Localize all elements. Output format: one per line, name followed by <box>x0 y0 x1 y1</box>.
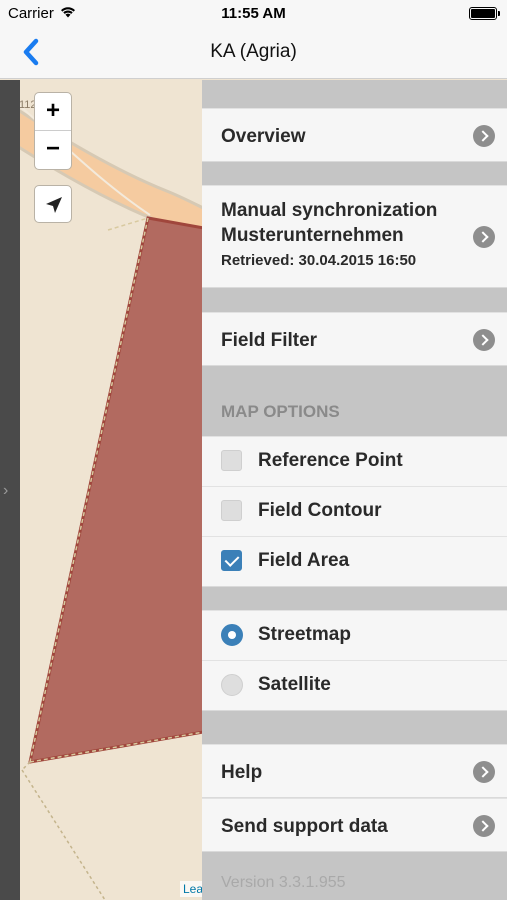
option-field-area[interactable]: Field Area <box>202 536 507 587</box>
field-contour-checkbox[interactable] <box>221 500 242 521</box>
chevron-right-icon <box>473 815 495 837</box>
option-reference-point[interactable]: Reference Point <box>202 436 507 487</box>
zoom-control: + − <box>34 92 72 170</box>
send-support-data-label: Send support data <box>221 816 388 837</box>
sync-company: Musterunternehmen <box>221 225 404 246</box>
settings-panel: Overview Manual synchronization Musterun… <box>202 80 507 900</box>
satellite-radio[interactable] <box>221 674 243 696</box>
status-bar: Carrier 11:55 AM <box>0 0 507 26</box>
battery-icon <box>469 7 500 20</box>
zoom-out-button[interactable]: − <box>35 131 71 169</box>
chevron-right-icon <box>473 329 495 351</box>
map-type-satellite[interactable]: Satellite <box>202 660 507 711</box>
option-label: Reference Point <box>258 450 403 471</box>
locate-me-button[interactable] <box>34 185 72 223</box>
sync-item[interactable]: Manual synchronization Musterunternehmen… <box>202 185 507 288</box>
help-label: Help <box>221 762 263 783</box>
send-support-data-item[interactable]: Send support data <box>202 798 507 852</box>
page-title: KA (Agria) <box>210 41 297 62</box>
navigation-bar: KA (Agria) <box>0 26 507 79</box>
overview-label: Overview <box>221 126 306 147</box>
map-type-streetmap[interactable]: Streetmap <box>202 610 507 661</box>
field-area-checkbox[interactable] <box>221 550 242 571</box>
map-type-label: Satellite <box>258 674 331 695</box>
version-label: Version 3.3.1.955 <box>221 874 346 891</box>
streetmap-radio[interactable] <box>221 624 243 646</box>
chevron-right-icon <box>473 125 495 147</box>
option-field-contour[interactable]: Field Contour <box>202 486 507 537</box>
sync-title: Manual synchronization <box>221 200 438 221</box>
option-label: Field Area <box>258 550 350 571</box>
reference-point-checkbox[interactable] <box>221 450 242 471</box>
field-filter-item[interactable]: Field Filter <box>202 312 507 366</box>
help-item[interactable]: Help <box>202 744 507 798</box>
field-filter-label: Field Filter <box>221 330 318 351</box>
side-drawer-handle[interactable]: › <box>0 80 20 900</box>
map-options-header: MAP OPTIONS <box>221 402 340 421</box>
option-label: Field Contour <box>258 500 382 521</box>
location-arrow-icon <box>46 197 62 213</box>
zoom-in-button[interactable]: + <box>35 93 71 131</box>
clock: 11:55 AM <box>221 5 286 22</box>
overview-item[interactable]: Overview <box>202 108 507 162</box>
chevron-right-icon <box>473 761 495 783</box>
chevron-right-icon: › <box>3 482 9 499</box>
chevron-right-icon <box>473 226 495 248</box>
sync-retrieved: Retrieved: 30.04.2015 16:50 <box>221 252 417 269</box>
map-type-label: Streetmap <box>258 624 351 645</box>
